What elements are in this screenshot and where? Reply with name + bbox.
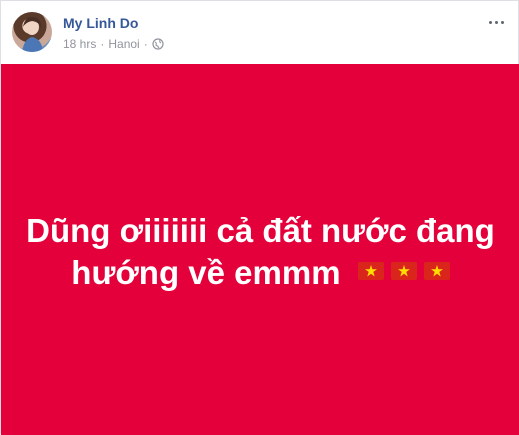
meta-separator: · <box>100 37 105 51</box>
status-line-1: Dũng ơiiiiiii cả đất nước đang <box>26 212 495 249</box>
post-time[interactable]: 18 hrs <box>63 37 96 51</box>
more-dot <box>494 20 498 24</box>
author-name[interactable]: My Linh Do <box>63 15 138 31</box>
status-text: Dũng ơiiiiiii cả đất nước đang hướng về … <box>1 210 519 294</box>
flag-emojis <box>357 262 450 281</box>
post-header: My Linh Do 18 hrs · Hanoi · <box>1 1 518 64</box>
more-dot <box>500 20 504 24</box>
meta-separator-2: · <box>143 37 148 51</box>
more-dot <box>488 20 492 24</box>
post-location[interactable]: Hanoi <box>108 37 139 51</box>
globe-icon[interactable] <box>152 38 164 50</box>
status-line-2: hướng về emmm <box>71 254 341 291</box>
more-options-icon[interactable] <box>488 13 504 31</box>
post-meta: 18 hrs · Hanoi · <box>63 37 164 51</box>
vietnam-flag-icon <box>357 262 384 281</box>
vietnam-flag-icon <box>390 262 417 281</box>
status-background: Dũng ơiiiiiii cả đất nước đang hướng về … <box>1 64 519 435</box>
status-line-2-wrap: hướng về emmm <box>1 252 519 294</box>
avatar-image <box>22 16 43 52</box>
author-avatar[interactable] <box>12 12 52 52</box>
facebook-post: My Linh Do 18 hrs · Hanoi · Dũng ơiiiiii… <box>0 0 519 435</box>
vietnam-flag-icon <box>423 262 450 281</box>
